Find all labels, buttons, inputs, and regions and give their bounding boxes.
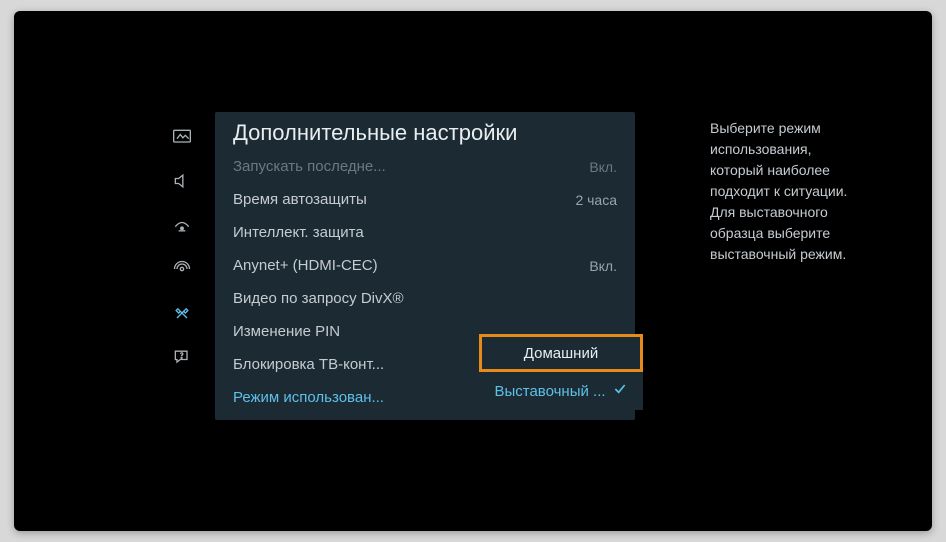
system-icon[interactable] <box>169 302 195 324</box>
picture-icon[interactable] <box>169 126 195 148</box>
setting-row[interactable]: Запускать последне... Вкл. <box>233 150 617 183</box>
help-text: Выберите режим использования, который на… <box>710 118 860 265</box>
setting-row[interactable]: Видео по запросу DivX® <box>233 282 617 315</box>
setting-value: Вкл. <box>589 159 617 175</box>
screen: Дополнительные настройки Запускать после… <box>37 32 909 510</box>
usage-mode-popup: Домашний Выставочный ... <box>479 334 643 410</box>
check-icon <box>612 381 628 401</box>
setting-value: 2 часа <box>575 192 617 208</box>
setting-row[interactable]: Время автозащиты 2 часа <box>233 183 617 216</box>
panel-title: Дополнительные настройки <box>215 112 635 150</box>
popup-option-home[interactable]: Домашний <box>479 334 643 372</box>
popup-option-label: Домашний <box>524 345 598 362</box>
popup-option-exhibition[interactable]: Выставочный ... <box>479 372 643 410</box>
setting-row[interactable]: Интеллект. защита <box>233 216 617 249</box>
setting-label: Блокировка ТВ-конт... <box>233 356 384 373</box>
setting-label: Интеллект. защита <box>233 224 364 241</box>
tv-frame: Дополнительные настройки Запускать после… <box>14 11 932 531</box>
popup-option-label: Выставочный ... <box>494 383 605 400</box>
setting-label: Изменение PIN <box>233 323 340 340</box>
setting-label: Время автозащиты <box>233 191 367 208</box>
setting-row[interactable]: Anynet+ (HDMI-CEC) Вкл. <box>233 249 617 282</box>
sidebar <box>157 112 207 452</box>
setting-label: Запускать последне... <box>233 158 386 175</box>
network-icon[interactable] <box>169 258 195 280</box>
broadcast-icon[interactable] <box>169 214 195 236</box>
settings-content: Дополнительные настройки Запускать после… <box>157 112 797 452</box>
setting-value: Вкл. <box>589 258 617 274</box>
setting-label: Режим использован... <box>233 389 384 406</box>
setting-label: Anynet+ (HDMI-CEC) <box>233 257 378 274</box>
main-panel: Дополнительные настройки Запускать после… <box>215 112 797 452</box>
sound-icon[interactable] <box>169 170 195 192</box>
support-icon[interactable] <box>169 346 195 368</box>
setting-label: Видео по запросу DivX® <box>233 290 404 307</box>
